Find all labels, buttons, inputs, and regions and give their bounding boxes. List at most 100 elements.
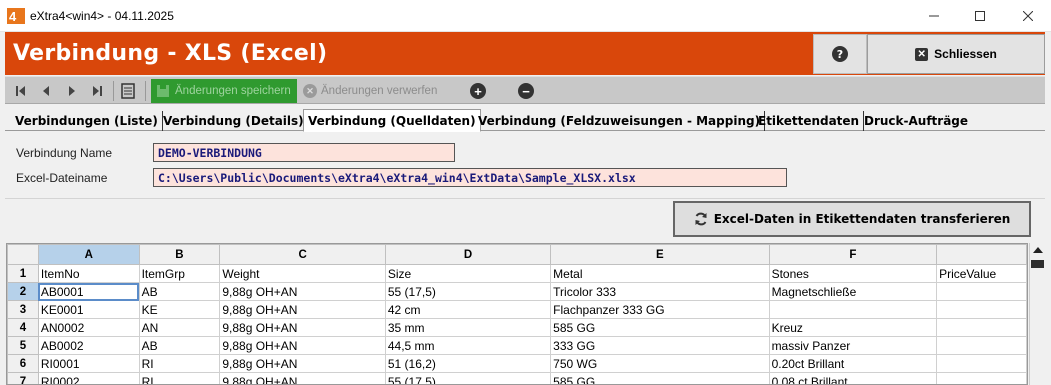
grid-cell[interactable] [936,300,1027,319]
last-record-icon[interactable] [91,83,103,99]
grid-cell[interactable]: 9,88g OH+AN [219,282,386,301]
tab-verbindung-quelldaten[interactable]: Verbindung (Quelldaten) [303,109,481,132]
grid-cell[interactable]: 0.08 ct Brillant [768,372,938,384]
grid-cell[interactable]: 0.20ct Brillant [768,354,938,373]
grid-cell[interactable]: 51 (16,2) [384,354,552,373]
tab-verbindung-feldzuweisungen[interactable]: Verbindung (Feldzuweisungen - Mapping) [474,111,766,131]
grid-cell[interactable]: massiv Panzer [768,336,938,355]
grid-cell[interactable]: AB0002 [37,336,140,355]
row-header[interactable]: 5 [7,336,39,355]
row-header[interactable]: 2 [7,282,39,301]
grid-cell[interactable]: 9,88g OH+AN [219,336,386,355]
connection-name-field[interactable]: DEMO-VERBINDUNG [153,143,455,162]
corner-cell[interactable] [7,244,39,265]
row-header[interactable]: 4 [7,318,39,337]
column-header[interactable]: A [37,244,140,265]
grid-cell[interactable]: Kreuz [768,318,938,337]
row-header[interactable]: 6 [7,354,39,373]
first-record-icon[interactable] [15,83,27,99]
save-changes-button[interactable]: Änderungen speichern [151,79,297,103]
next-record-icon[interactable] [67,83,77,99]
scroll-thumb[interactable] [1031,260,1044,268]
grid-cell[interactable]: RI [138,354,221,373]
grid-cell[interactable]: Magnetschließe [768,282,938,301]
grid-cell[interactable]: 55 (17,5) [384,372,552,384]
grid-cell[interactable]: RI0002 [37,372,140,384]
previous-record-icon[interactable] [41,83,51,99]
window-title: eXtra4<win4> - 04.11.2025 [30,9,174,23]
grid-cell[interactable]: 9,88g OH+AN [219,354,386,373]
row-header[interactable]: 3 [7,300,39,319]
discard-changes-button[interactable]: ✕ Änderungen verwerfen [301,79,451,103]
grid-cell[interactable]: KE [138,300,221,319]
grid-cell[interactable]: RI [138,372,221,384]
grid-cell[interactable] [936,282,1027,301]
close-window-button[interactable] [1005,0,1051,32]
row-header[interactable]: 7 [7,372,39,384]
grid-cell[interactable]: AB [138,336,221,355]
grid-cell[interactable]: 750 WG [550,354,770,373]
scroll-up-icon[interactable] [1033,247,1043,253]
grid-cell[interactable]: ItemNo [37,264,140,283]
add-record-icon[interactable]: + [470,83,486,99]
grid-cell[interactable]: Size [384,264,552,283]
help-icon: ? [832,46,848,62]
table-row: 5 AB0002 AB 9,88g OH+AN 44,5 mm 333 GG massiv … [7,336,1027,355]
grid-cell[interactable]: AN0002 [37,318,140,337]
row-header[interactable]: 1 [7,264,39,283]
tab-verbindungen-liste[interactable]: Verbindungen (Liste) [11,111,163,131]
grid-cell[interactable]: 35 mm [384,318,552,337]
grid-cell[interactable]: 42 cm [384,300,552,319]
tab-etikettendaten[interactable]: Etikettendaten [754,111,865,131]
maximize-button[interactable] [957,0,1003,32]
grid-cell[interactable] [936,336,1027,355]
connection-name-label: Verbindung Name [16,146,113,160]
excel-filename-field[interactable]: C:\Users\Public\Documents\eXtra4\eXtra4_… [153,168,787,187]
grid-cell[interactable]: PriceValue [936,264,1027,283]
grid-cell[interactable]: AB [138,282,221,301]
table-row: 6 RI0001 RI 9,88g OH+AN 51 (16,2) 750 WG 0.20c… [7,354,1027,373]
column-header[interactable]: E [550,244,770,265]
grid-cell[interactable]: 9,88g OH+AN [219,318,386,337]
grid-cell[interactable]: 44,5 mm [384,336,552,355]
grid-cell[interactable]: 585 GG [550,318,770,337]
column-header[interactable]: D [384,244,552,265]
column-header[interactable]: C [219,244,386,265]
grid-cell[interactable]: Metal [550,264,770,283]
schliessen-button[interactable]: ✕ Schliessen [867,34,1045,74]
transfer-excel-data-button[interactable]: Excel-Daten in Etikettendaten transferie… [673,201,1031,237]
tab-druck-auftraege[interactable]: Druck-Aufträge [860,111,972,131]
grid-cell[interactable]: 55 (17,5) [384,282,552,301]
table-row: 7 RI0002 RI 9,88g OH+AN 55 (17,5) 585 GG 0.08 … [7,372,1027,384]
grid-cell[interactable] [768,300,938,319]
grid-cell[interactable]: RI0001 [37,354,140,373]
grid-cell[interactable] [936,372,1027,384]
grid-cell[interactable]: 333 GG [550,336,770,355]
column-header-row: A B C D E F [7,244,1027,265]
close-icon [1023,11,1033,21]
tab-verbindung-details[interactable]: Verbindung (Details) [159,111,309,131]
column-header[interactable] [936,244,1027,265]
list-view-icon[interactable] [121,83,135,99]
grid-cell[interactable]: AB0001 [37,282,140,301]
grid-cell[interactable]: Flachpanzer 333 GG [550,300,770,319]
remove-record-icon[interactable]: − [518,83,534,99]
grid-cell[interactable] [936,318,1027,337]
minimize-button[interactable] [911,0,957,32]
grid-cell[interactable]: Tricolor 333 [550,282,770,301]
vertical-scrollbar[interactable] [1029,243,1045,385]
column-header[interactable]: B [138,244,221,265]
help-button[interactable]: ? [813,34,867,74]
column-header[interactable]: F [768,244,938,265]
grid-cell[interactable]: AN [138,318,221,337]
excel-grid[interactable]: A B C D E F 1 ItemNo ItemGrp Weight Size Meta… [6,243,1028,385]
toolbar-separator [113,81,114,101]
grid-cell[interactable]: 585 GG [550,372,770,384]
grid-cell[interactable]: KE0001 [37,300,140,319]
grid-cell[interactable]: ItemGrp [138,264,221,283]
grid-cell[interactable]: Stones [768,264,938,283]
grid-cell[interactable]: 9,88g OH+AN [219,372,386,384]
grid-cell[interactable]: Weight [219,264,386,283]
grid-cell[interactable] [936,354,1027,373]
grid-cell[interactable]: 9,88g OH+AN [219,300,386,319]
